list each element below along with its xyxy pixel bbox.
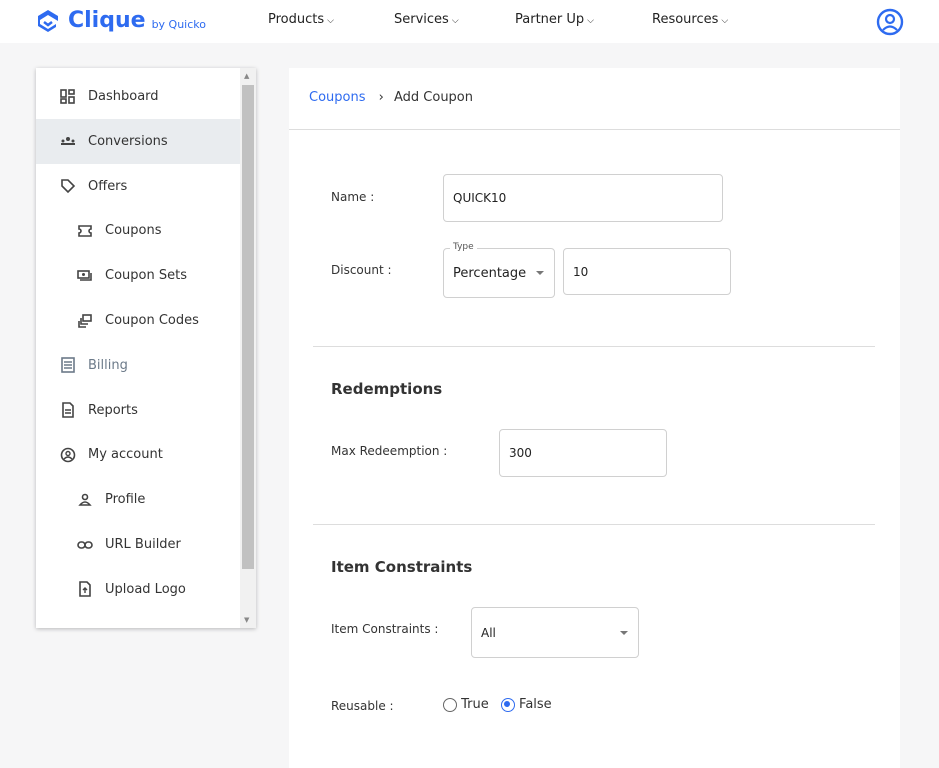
item-constraints-label: Item Constraints : [331,622,439,636]
dashboard-icon [60,88,76,105]
nav-label: Partner Up [515,12,585,27]
sidebar-item-profile[interactable]: Profile [36,477,240,522]
brand-by: by Quicko [151,18,206,31]
nav-resources[interactable]: Resources ⌵ [652,12,728,27]
max-redemption-label: Max Redeemption : [331,444,448,458]
nav-label: Resources [652,12,719,27]
clique-logo-icon [38,10,58,32]
upload-file-icon [77,581,93,598]
sidebar-item-label: My account [88,447,163,463]
discount-type-select[interactable]: Type Percentage [443,242,555,298]
discount-value-input[interactable]: 10 [563,248,731,295]
ticket-icon [77,223,93,239]
logo[interactable]: Clique by Quicko [36,7,206,35]
dropdown-caret-icon [536,271,544,275]
divider [313,524,875,525]
scrollbar-thumb[interactable] [242,85,254,569]
sidebar-item-label: Billing [88,357,128,373]
radio-label: True [461,697,489,712]
account-circle-icon [60,447,76,463]
breadcrumb: Coupons › Add Coupon [309,90,473,105]
sidebar-item-label: Upload Logo [105,581,186,597]
add-coupon-panel: Coupons › Add Coupon Name : QUICK10 Disc… [289,68,900,768]
sidebar-item-conversions[interactable]: Conversions [36,118,240,164]
reusable-false-radio[interactable]: False [500,697,552,712]
sidebar-item-coupon-codes[interactable]: Coupon Codes [36,298,240,343]
sidebar-item-upload-logo[interactable]: Upload Logo [36,567,240,612]
link-icon [77,537,93,553]
sidebar-scrollbar[interactable]: ▲ ▼ [240,68,256,628]
chevron-down-icon: ⌵ [327,16,334,26]
redemptions-heading: Redemptions [331,380,443,398]
sidebar-item-label: Offers [88,178,128,194]
item-constraints-select[interactable]: All [471,607,639,658]
scroll-up-icon[interactable]: ▲ [244,72,249,80]
top-header: Clique by Quicko Products ⌵ Services ⌵ Par… [0,0,939,43]
nav-products[interactable]: Products ⌵ [268,12,334,27]
sidebar-item-billing[interactable]: Billing [36,343,240,388]
brand-name: Clique [68,8,146,33]
receipt-icon [60,357,76,374]
divider [289,129,900,130]
sidebar-item-label: Profile [105,492,146,508]
chevron-down-icon: ⌵ [451,16,459,26]
tag-icon [60,178,76,194]
sidebar-item-dashboard[interactable]: Dashboard [36,74,240,119]
chevron-down-icon: ⌵ [587,16,594,26]
sidebar-item-label: Coupons [105,223,162,239]
nav-label: Services [394,12,449,27]
nav-services[interactable]: Services ⌵ [394,12,459,27]
sidebar-item-offers[interactable]: Offers [36,164,240,209]
account-circle-icon[interactable] [876,8,904,36]
divider [313,346,875,347]
type-label: Type [450,242,477,252]
discount-label: Discount : [331,263,392,277]
sidebar: Dashboard Conversions Offers Coupons Coupon … [36,68,256,628]
sidebar-item-label: Reports [88,402,138,418]
groups-icon [60,133,76,149]
dropdown-caret-icon [620,630,628,635]
item-constraints-heading: Item Constraints [331,558,473,576]
reusable-radio-group: True False [443,697,552,712]
person-icon [77,492,93,508]
sidebar-item-reports[interactable]: Reports [36,388,240,433]
stack-icon [77,313,93,329]
payments-icon [77,268,93,284]
radio-label: False [519,697,552,712]
reusable-label: Reusable : [331,699,394,713]
document-icon [60,402,76,418]
breadcrumb-current: Add Coupon [393,90,473,105]
name-label: Name : [331,190,375,204]
sidebar-item-coupons[interactable]: Coupons [36,208,240,253]
sidebar-item-my-account[interactable]: My account [36,432,240,477]
sidebar-item-label: Dashboard [88,89,159,104]
type-value: Percentage [453,265,527,281]
sidebar-item-label: Coupon Codes [105,313,199,328]
nav-partner-up[interactable]: Partner Up ⌵ [515,12,594,27]
sidebar-item-label: URL Builder [105,537,181,552]
name-input[interactable]: QUICK10 [443,174,723,222]
chevron-right-icon: › [378,90,384,105]
constraints-value: All [481,625,496,640]
nav-label: Products [268,12,325,27]
chevron-down-icon: ⌵ [721,16,729,26]
reusable-true-radio[interactable]: True [443,697,489,712]
radio-checked-icon[interactable] [500,697,515,712]
radio-icon[interactable] [443,697,457,712]
sidebar-item-label: Conversions [88,133,168,149]
sidebar-item-url-builder[interactable]: URL Builder [36,522,240,567]
max-redemption-input[interactable]: 300 [499,429,667,477]
sidebar-item-label: Coupon Sets [105,268,187,284]
scroll-down-icon[interactable]: ▼ [244,616,249,624]
sidebar-item-coupon-sets[interactable]: Coupon Sets [36,253,240,298]
breadcrumb-coupons-link[interactable]: Coupons [309,90,366,105]
